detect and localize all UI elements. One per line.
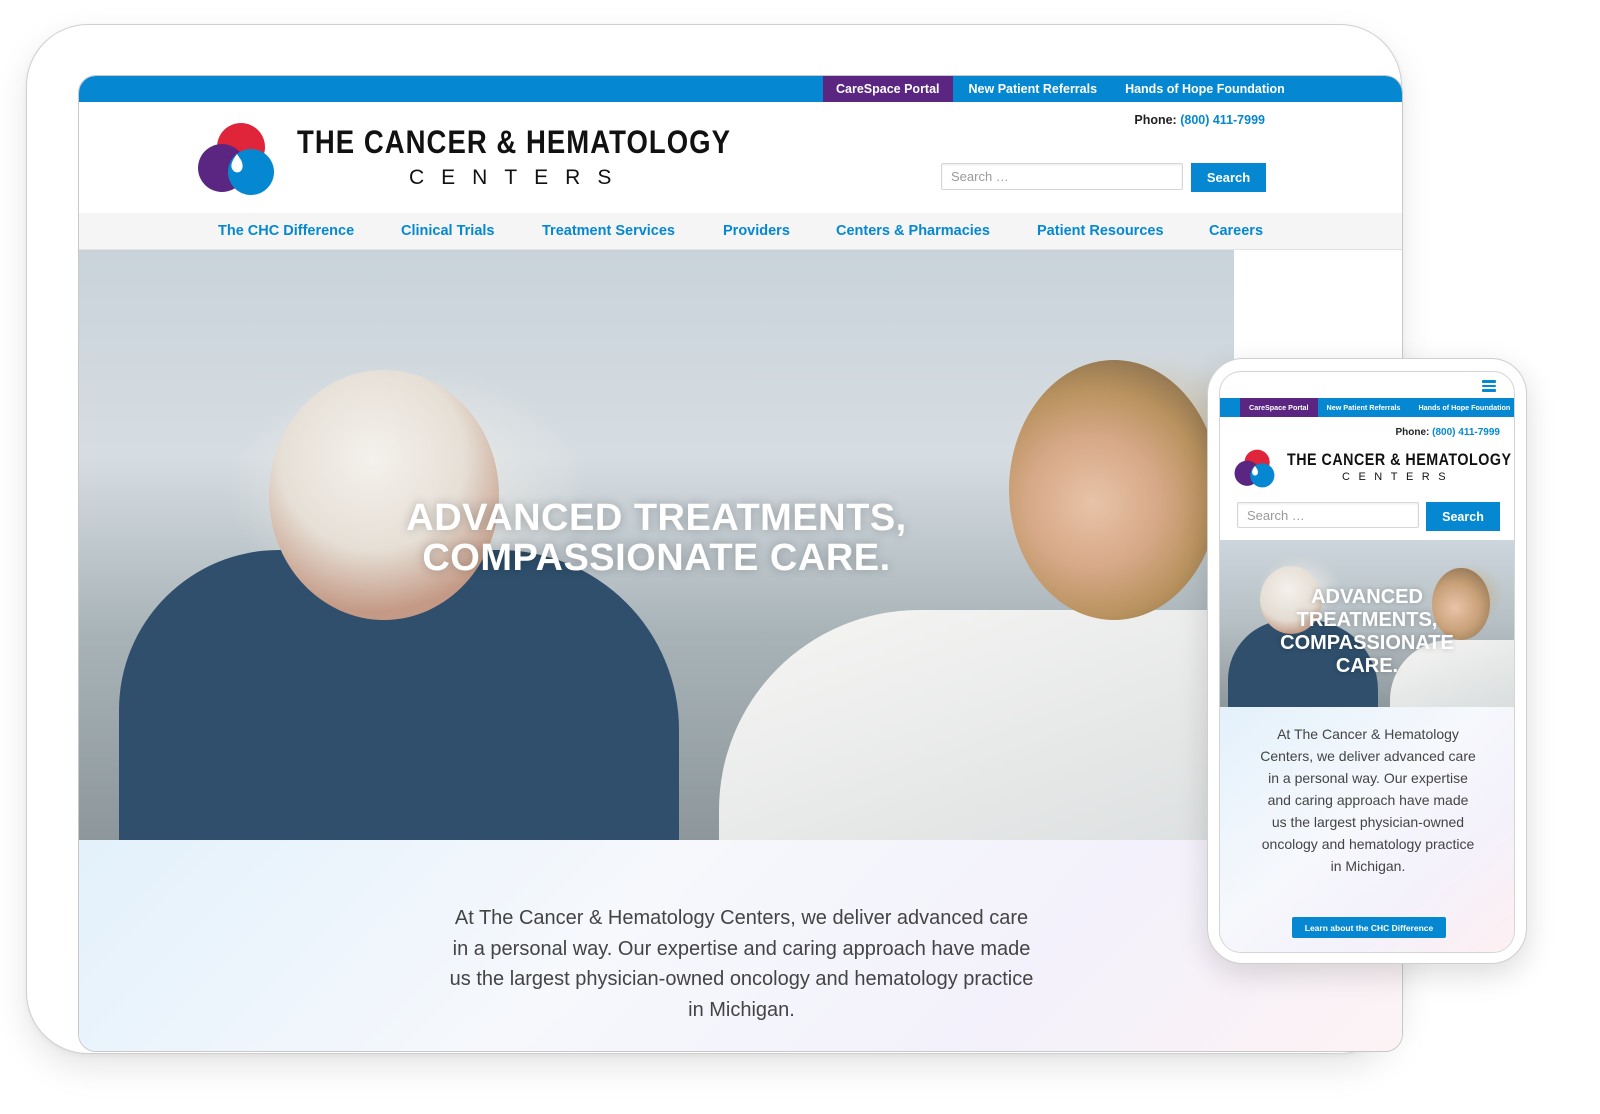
tablet-device-frame: CareSpace Portal New Patient Referrals H… xyxy=(26,24,1403,1054)
chc-logo-icon[interactable] xyxy=(197,120,277,196)
tablet-screen: CareSpace Portal New Patient Referrals H… xyxy=(78,75,1403,1052)
brand-name[interactable]: THE CANCER & HEMATOLOGY xyxy=(297,124,731,161)
phone-number-link[interactable]: (800) 411-7999 xyxy=(1180,113,1265,127)
mobile-phone-info: Phone: (800) 411-7999 xyxy=(1395,427,1500,438)
search-button[interactable]: Search xyxy=(1191,163,1266,192)
mobile-utility-bar: CareSpace Portal New Patient Referrals H… xyxy=(1220,398,1514,417)
hands-of-hope-foundation-link[interactable]: Hands of Hope Foundation xyxy=(1111,76,1298,102)
nav-item-patient-resources[interactable]: Patient Resources xyxy=(1037,213,1164,250)
hero-title-line-2: COMPASSIONATE CARE. xyxy=(422,537,891,579)
nav-item-centers-pharmacies[interactable]: Centers & Pharmacies xyxy=(836,213,990,250)
mobile-hero-banner: ADVANCED TREATMENTS, COMPASSIONATE CARE. xyxy=(1220,540,1514,707)
utility-links: CareSpace Portal New Patient Referrals H… xyxy=(823,76,1298,102)
nav-item-chc-difference[interactable]: The CHC Difference xyxy=(218,213,354,250)
mobile-carespace-portal-link[interactable]: CareSpace Portal xyxy=(1240,398,1318,417)
hero-title: ADVANCED TREATMENTS, COMPASSIONATE CARE. xyxy=(79,498,1234,578)
phone-screen: CareSpace Portal New Patient Referrals H… xyxy=(1219,371,1515,953)
mobile-intro-section: At The Cancer & Hematology Centers, we d… xyxy=(1220,707,1514,952)
hero-photo-woman-coat xyxy=(719,610,1234,840)
hero-banner: ADVANCED TREATMENTS, COMPASSIONATE CARE. xyxy=(79,250,1234,840)
hero-photo-man-head xyxy=(269,370,499,620)
utility-bar: CareSpace Portal New Patient Referrals H… xyxy=(79,76,1402,102)
mobile-intro-text: At The Cancer & Hematology Centers, we d… xyxy=(1260,726,1476,874)
mobile-chc-logo-icon[interactable] xyxy=(1234,448,1276,488)
mobile-hero-title: ADVANCED TREATMENTS, COMPASSIONATE CARE. xyxy=(1280,586,1454,677)
hero-title-line-1: ADVANCED TREATMENTS, xyxy=(406,497,907,539)
mobile-search-button[interactable]: Search xyxy=(1426,502,1500,531)
nav-item-providers[interactable]: Providers xyxy=(723,213,790,250)
main-nav: The CHC Difference Clinical Trials Treat… xyxy=(79,213,1402,250)
nav-item-treatment-services[interactable]: Treatment Services xyxy=(542,213,675,250)
new-patient-referrals-link[interactable]: New Patient Referrals xyxy=(953,76,1112,102)
mobile-utility-links: CareSpace Portal New Patient Referrals H… xyxy=(1240,398,1514,417)
brand-subtitle: CENTERS xyxy=(409,166,629,189)
mobile-hands-of-hope-link[interactable]: Hands of Hope Foundation xyxy=(1409,398,1514,417)
nav-item-careers[interactable]: Careers xyxy=(1209,213,1263,250)
intro-text: At The Cancer & Hematology Centers, we d… xyxy=(449,907,1034,1021)
mobile-phone-label: Phone: xyxy=(1395,427,1430,438)
hero-photo-woman-head xyxy=(1009,360,1219,620)
phone-label: Phone: xyxy=(1134,113,1177,127)
phone-info: Phone: (800) 411-7999 xyxy=(1134,113,1265,127)
search-input[interactable] xyxy=(941,163,1183,190)
mobile-phone-number-link[interactable]: (800) 411-7999 xyxy=(1432,427,1500,438)
hamburger-menu-icon[interactable] xyxy=(1482,380,1496,392)
intro-section: At The Cancer & Hematology Centers, we d… xyxy=(79,840,1402,1051)
mobile-search-input[interactable] xyxy=(1237,502,1419,528)
mobile-new-patient-referrals-link[interactable]: New Patient Referrals xyxy=(1318,398,1410,417)
phone-device-frame: CareSpace Portal New Patient Referrals H… xyxy=(1207,358,1527,964)
nav-item-clinical-trials[interactable]: Clinical Trials xyxy=(401,213,495,250)
mobile-brand-subtitle: CENTERS xyxy=(1342,471,1455,483)
mobile-brand-name[interactable]: THE CANCER & HEMATOLOGY xyxy=(1287,450,1511,470)
carespace-portal-link[interactable]: CareSpace Portal xyxy=(823,76,953,102)
learn-chc-difference-button[interactable]: Learn about the CHC Difference xyxy=(1292,917,1446,938)
